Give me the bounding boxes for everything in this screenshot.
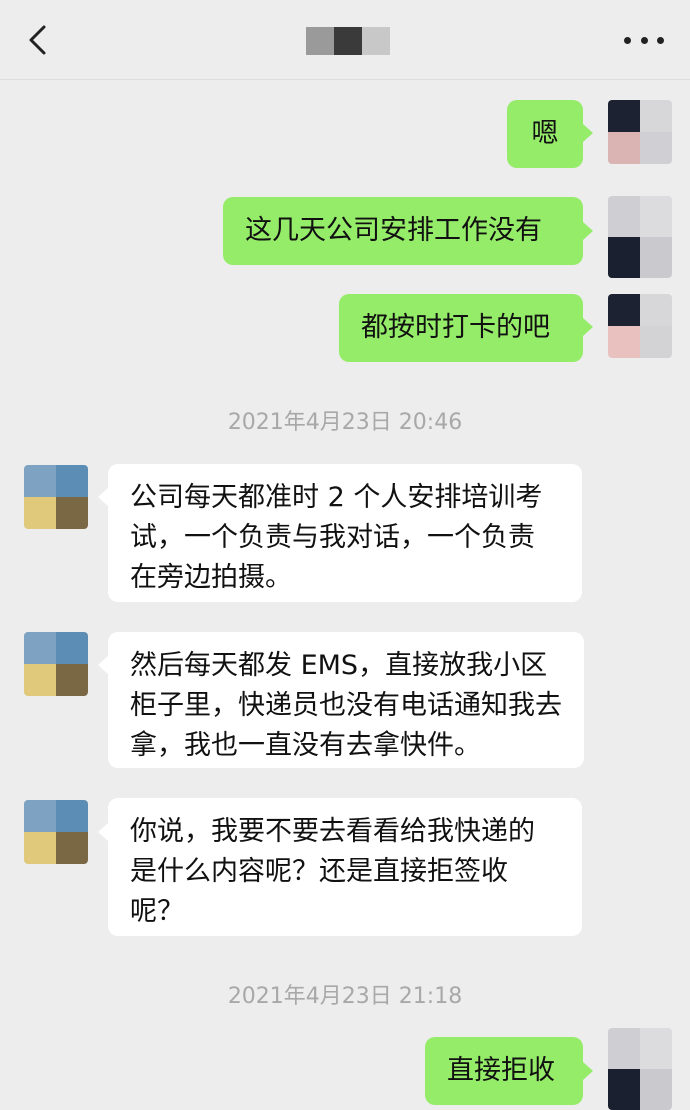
message-timestamp: 2021年4月23日 21:18 [227,984,463,1009]
chevron-left-icon [29,25,46,55]
my-avatar[interactable] [608,100,672,164]
my-avatar[interactable] [608,1028,672,1110]
my-avatar[interactable] [608,196,672,278]
chat-header [0,0,690,80]
message-bubble[interactable]: 都按时打卡的吧 [339,294,583,362]
back-button[interactable] [22,22,58,58]
message-timestamp: 2021年4月23日 20:46 [227,410,463,435]
message-bubble[interactable]: 公司每天都准时 2 个人安排培训考试，一个负责与我对话，一个负责在旁边拍摄。 [108,464,582,602]
contact-avatar[interactable] [24,465,88,529]
message-bubble[interactable]: 嗯 [507,100,583,168]
message-bubble[interactable]: 你说，我要不要去看看给我快递的是什么内容呢？还是直接拒签收呢？ [108,798,582,936]
message-bubble[interactable]: 这几天公司安排工作没有 [223,197,583,265]
more-options-button[interactable] [624,28,664,52]
chat-title-blurred [306,27,390,55]
contact-avatar[interactable] [24,632,88,696]
message-bubble[interactable]: 直接拒收 [425,1037,583,1105]
my-avatar[interactable] [608,294,672,358]
contact-avatar[interactable] [24,800,88,864]
message-bubble[interactable]: 然后每天都发 EMS，直接放我小区柜子里，快递员也没有电话通知我去拿，我也一直没… [108,632,584,768]
ellipsis-icon [624,36,631,44]
